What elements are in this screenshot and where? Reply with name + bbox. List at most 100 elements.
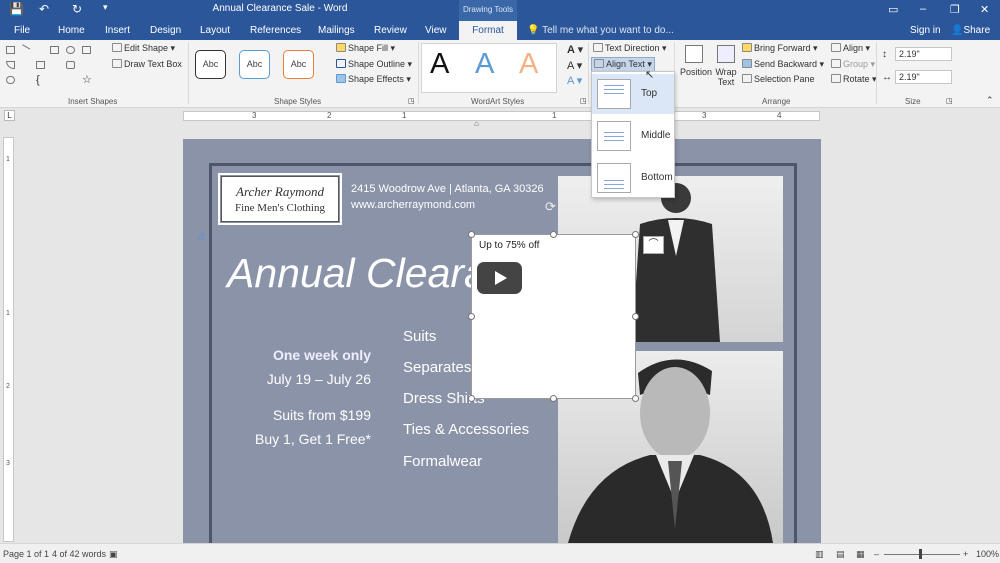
share-button[interactable]: 👤Share (951, 25, 990, 36)
minimize-icon[interactable]: – (920, 3, 926, 15)
text-outline-icon[interactable]: A ▾ (567, 59, 582, 72)
resize-handle-se[interactable] (632, 395, 639, 402)
triangle-shape-icon[interactable] (6, 61, 15, 69)
selected-text-box[interactable]: Up to 75% off (471, 234, 636, 399)
collapse-ribbon-icon[interactable]: ⌃ (986, 95, 994, 106)
shape-style-preset-1[interactable]: Abc (195, 50, 226, 79)
restore-icon[interactable]: ❐ (950, 3, 960, 16)
category-suits[interactable]: Suits (403, 328, 436, 345)
tab-layout[interactable]: Layout (200, 25, 230, 36)
bogo-offer-text[interactable]: Buy 1, Get 1 Free* (255, 431, 371, 447)
tab-selector-icon[interactable]: L (4, 110, 15, 121)
shape-width-icon: ↔ (882, 72, 892, 83)
zoom-slider[interactable] (884, 554, 960, 555)
tab-home[interactable]: Home (58, 25, 85, 36)
textbox-shape-icon[interactable] (6, 46, 15, 54)
close-icon[interactable]: ✕ (980, 3, 989, 16)
zoom-level[interactable]: 100% (976, 549, 999, 559)
curve-shape-icon[interactable] (6, 76, 15, 84)
wordart-sample-blue[interactable]: A (475, 48, 494, 81)
text-effects-icon[interactable]: A ▾ (567, 74, 582, 87)
sign-in-link[interactable]: Sign in (910, 25, 941, 36)
send-backward-button[interactable]: Send Backward ▾ (742, 59, 824, 70)
wordart-sample-orange[interactable]: A (519, 48, 538, 81)
word-count[interactable]: 4 of 42 words (52, 549, 106, 559)
shape-height-input[interactable]: 2.19" (895, 47, 952, 61)
shape-fill-button[interactable]: Shape Fill ▾ (336, 43, 395, 54)
resize-handle-e[interactable] (632, 313, 639, 320)
ruler-bar[interactable] (183, 111, 820, 121)
tab-insert[interactable]: Insert (105, 25, 130, 36)
position-button[interactable]: Position (680, 42, 712, 96)
proofing-icon[interactable]: ▣ (109, 549, 118, 560)
brace-shape-icon[interactable]: { (36, 75, 45, 86)
resize-handle-w[interactable] (468, 313, 475, 320)
suits-price-text[interactable]: Suits from $199 (273, 407, 371, 423)
wrap-text-button[interactable]: Wrap Text (712, 42, 740, 96)
vertical-ruler[interactable]: 1 1 2 3 (3, 137, 14, 542)
align-text-option-top[interactable]: Top (592, 74, 674, 114)
one-week-text[interactable]: One week only (273, 347, 371, 363)
shape-width-input[interactable]: 2.19" (895, 70, 952, 84)
resize-handle-n[interactable] (550, 231, 557, 238)
shape-style-preset-3[interactable]: Abc (283, 50, 314, 79)
anchor-icon[interactable]: ⚓ (197, 230, 207, 243)
dialog-launcher-icon[interactable]: ◳ (580, 97, 587, 105)
tell-me-box[interactable]: 💡 Tell me what you want to do... (527, 25, 674, 36)
star-shape-icon[interactable]: ☆ (82, 75, 92, 86)
dialog-launcher-icon[interactable]: ◳ (946, 97, 953, 105)
ruler-number: 2 (6, 383, 10, 390)
align-text-option-bottom[interactable]: Bottom (592, 158, 674, 198)
resize-handle-s[interactable] (550, 395, 557, 402)
ribbon-display-options-icon[interactable]: ▭ (888, 3, 898, 16)
rotate-button[interactable]: Rotate ▾ (831, 74, 877, 85)
down-arrow-shape-icon[interactable] (66, 61, 75, 69)
text-box-content[interactable]: Up to 75% off (479, 240, 539, 251)
tab-view[interactable]: View (425, 25, 447, 36)
print-layout-icon[interactable]: ▤ (836, 549, 845, 560)
page-count[interactable]: Page 1 of 1 (3, 549, 49, 559)
zoom-in-button[interactable]: + (963, 549, 968, 559)
sale-dates-text[interactable]: July 19 – July 26 (267, 371, 371, 387)
rotate-handle-icon[interactable]: ⟳ (545, 199, 556, 215)
indent-marker-icon[interactable]: ⌂ (474, 119, 479, 128)
rounded-rect-shape-icon[interactable] (82, 46, 91, 54)
video-play-icon[interactable] (477, 262, 522, 294)
draw-text-box-button[interactable]: Draw Text Box (112, 59, 182, 69)
shape-outline-button[interactable]: Shape Outline ▾ (336, 59, 412, 70)
tab-review[interactable]: Review (374, 25, 407, 36)
group-button[interactable]: Group ▾ (831, 59, 875, 70)
dialog-launcher-icon[interactable]: ◳ (408, 97, 415, 105)
tab-design[interactable]: Design (150, 25, 181, 36)
bring-forward-button[interactable]: Bring Forward ▾ (742, 43, 818, 54)
resize-handle-sw[interactable] (468, 395, 475, 402)
oval-shape-icon[interactable] (66, 46, 75, 54)
category-ties-accessories[interactable]: Ties & Accessories (403, 421, 529, 438)
align-button[interactable]: Align ▾ (831, 43, 870, 54)
read-mode-icon[interactable]: ▥ (815, 549, 824, 560)
web-layout-icon[interactable]: ▦ (856, 549, 865, 560)
horizontal-ruler[interactable]: L 3 2 1 1 2 3 4 ⌂ (0, 108, 1000, 128)
tab-file[interactable]: File (14, 25, 30, 36)
tab-references[interactable]: References (250, 25, 301, 36)
layout-options-icon[interactable]: ⌒ (643, 236, 664, 254)
selection-pane-button[interactable]: Selection Pane (742, 74, 815, 84)
tab-mailings[interactable]: Mailings (318, 25, 355, 36)
zoom-slider-thumb[interactable] (919, 549, 922, 559)
resize-handle-ne[interactable] (632, 231, 639, 238)
line-shape-icon[interactable] (18, 44, 31, 56)
rectangle-shape-icon[interactable] (50, 46, 59, 54)
resize-handle-nw[interactable] (468, 231, 475, 238)
category-formalwear[interactable]: Formalwear (403, 453, 482, 470)
text-fill-icon[interactable]: A ▾ (567, 43, 583, 56)
arrow-shape-icon[interactable] (36, 61, 45, 69)
tab-format[interactable]: Format (459, 21, 517, 40)
edit-shape-button[interactable]: Edit Shape ▾ (112, 43, 175, 54)
text-direction-button[interactable]: Text Direction ▾ (593, 43, 667, 54)
zoom-out-button[interactable]: – (874, 549, 879, 559)
shape-effects-button[interactable]: Shape Effects ▾ (336, 74, 411, 85)
wordart-sample-black[interactable]: A (430, 48, 449, 81)
shape-style-preset-2[interactable]: Abc (239, 50, 270, 79)
align-text-option-middle[interactable]: Middle (592, 116, 674, 156)
category-separates[interactable]: Separates (403, 359, 471, 376)
